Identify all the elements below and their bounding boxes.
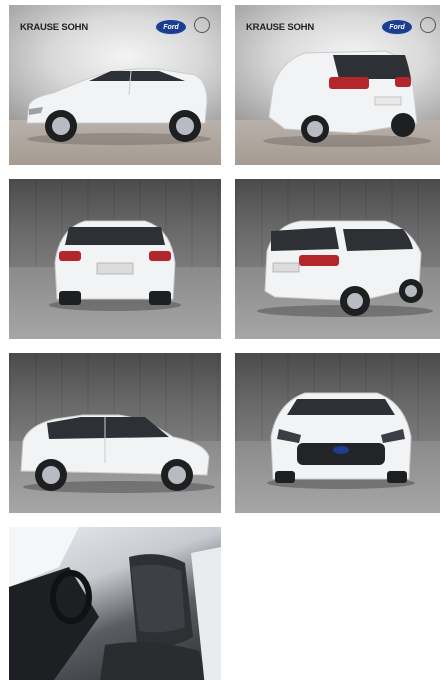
car-front-image bbox=[267, 392, 415, 489]
car-side-image bbox=[20, 414, 215, 493]
gallery-photo-4[interactable] bbox=[235, 179, 440, 339]
car-interior-image bbox=[9, 527, 221, 680]
gallery-photo-3[interactable] bbox=[9, 179, 221, 339]
gallery-photo-6[interactable] bbox=[235, 353, 440, 513]
car-rear-image bbox=[257, 220, 433, 317]
gallery-photo-7[interactable] bbox=[9, 527, 221, 680]
gallery-photo-5[interactable] bbox=[9, 353, 221, 513]
car-side-image bbox=[26, 68, 211, 145]
gallery-photo-1[interactable]: KRAUSE SOHN Ford bbox=[9, 5, 221, 165]
car-rear-image bbox=[49, 220, 181, 311]
gallery-photo-2[interactable]: KRAUSE SOHN Ford bbox=[235, 5, 440, 165]
car-rear-image bbox=[263, 50, 431, 147]
